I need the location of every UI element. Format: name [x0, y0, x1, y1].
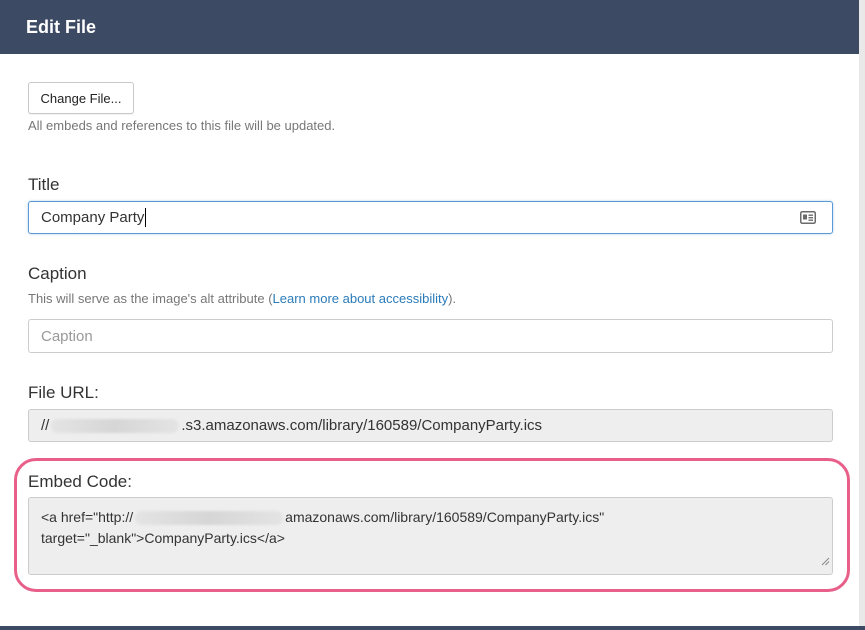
caption-placeholder: Caption — [41, 327, 93, 345]
scrollbar-track — [859, 0, 865, 630]
embed-code-label: Embed Code: — [28, 472, 132, 491]
dialog-bottom-edge — [0, 626, 865, 630]
redacted-text — [51, 418, 180, 433]
file-url-prefix: // — [41, 417, 50, 434]
file-url-suffix: .s3.amazonaws.com/library/160589/Company… — [181, 417, 543, 434]
redacted-text — [135, 511, 284, 526]
contact-card-icon[interactable] — [800, 211, 816, 228]
change-file-help: All embeds and references to this file w… — [28, 118, 336, 133]
embed-code-textarea[interactable]: <a href="http:// amazonaws.com/library/16… — [28, 497, 833, 575]
caption-help-suffix: ). — [448, 291, 457, 306]
title-label: Title — [28, 175, 60, 194]
text-caret — [145, 208, 147, 227]
embed-code-prefix: <a href="http:// — [41, 509, 134, 525]
title-input-value: Company Party — [41, 209, 145, 226]
title-input[interactable]: Company Party — [28, 201, 833, 234]
file-url-label: File URL: — [28, 383, 99, 402]
change-file-button[interactable]: Change File... — [28, 82, 134, 114]
embed-code-suffix: amazonaws.com/library/160589/CompanyPart… — [285, 509, 605, 525]
caption-label: Caption — [28, 264, 87, 283]
file-url-field[interactable]: // .s3.amazonaws.com/library/160589/Compa… — [28, 409, 833, 442]
caption-input[interactable]: Caption — [28, 319, 833, 353]
embed-code-line-2: target="_blank">CompanyParty.ics</a> — [41, 530, 285, 546]
embed-code-line-1: <a href="http:// amazonaws.com/library/16… — [41, 507, 820, 528]
accessibility-link[interactable]: Learn more about accessibility — [273, 291, 449, 306]
dialog-title: Edit File — [26, 17, 97, 37]
dialog-header: Edit File — [0, 0, 859, 54]
caption-help-prefix: This will serve as the image's alt attri… — [28, 291, 273, 306]
resize-grip-icon[interactable] — [821, 551, 830, 572]
caption-help: This will serve as the image's alt attri… — [28, 291, 456, 307]
